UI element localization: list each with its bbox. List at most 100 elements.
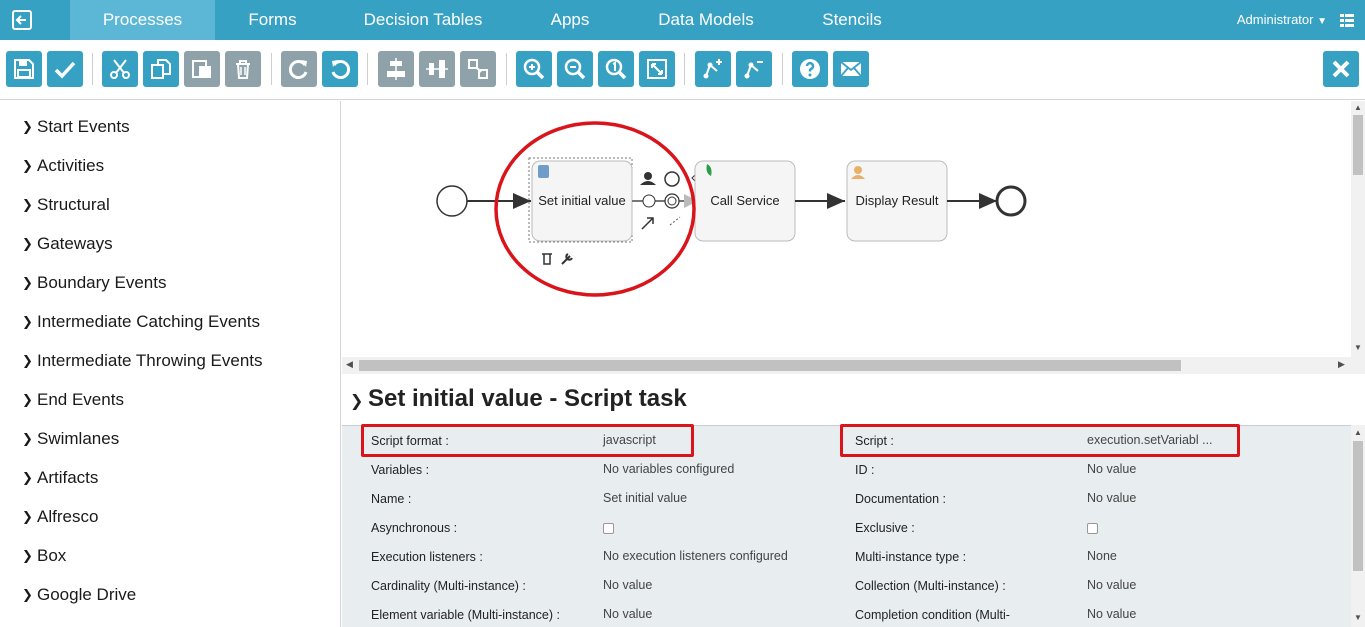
- palette-group-swimlanes[interactable]: ❯ Swimlanes: [22, 429, 119, 449]
- palette-group-label: Start Events: [37, 117, 130, 136]
- tab-data-models[interactable]: Data Models: [640, 0, 772, 40]
- palette-group-label: Swimlanes: [37, 429, 120, 448]
- zoom-out-icon[interactable]: [557, 51, 593, 87]
- end-event[interactable]: [995, 185, 1027, 217]
- wrench-icon[interactable]: [561, 253, 573, 265]
- validate-icon[interactable]: [47, 51, 83, 87]
- copy-icon[interactable]: [143, 51, 179, 87]
- scroll-down-icon[interactable]: ▼: [1354, 613, 1362, 622]
- feedback-mail-icon[interactable]: [833, 51, 869, 87]
- cut-icon[interactable]: [102, 51, 138, 87]
- tab-stencils[interactable]: Stencils: [800, 0, 904, 40]
- zoom-actual-icon[interactable]: [598, 51, 634, 87]
- align-horizontal-icon[interactable]: [378, 51, 414, 87]
- palette-group-activities[interactable]: ❯ Activities: [22, 156, 104, 176]
- script-task-icon: [538, 165, 549, 178]
- align-vertical-icon[interactable]: [419, 51, 455, 87]
- properties-header[interactable]: ❯ Set initial value - Script task: [342, 374, 1365, 425]
- prop-value-completion-condition[interactable]: No value: [1087, 607, 1136, 621]
- close-icon[interactable]: [1323, 51, 1359, 87]
- delete-shape-icon[interactable]: [542, 253, 552, 265]
- highlight-box-script: [840, 424, 1240, 457]
- prop-value-multi-instance-type[interactable]: None: [1087, 549, 1117, 563]
- prop-label: Name :: [371, 492, 412, 506]
- scroll-thumb[interactable]: [1353, 441, 1363, 571]
- tab-apps[interactable]: Apps: [520, 0, 620, 40]
- undo-icon[interactable]: [322, 51, 358, 87]
- palette-group-artifacts[interactable]: ❯ Artifacts: [22, 468, 98, 488]
- scroll-up-icon[interactable]: ▲: [1354, 428, 1362, 437]
- prop-value-variables[interactable]: No variables configured: [603, 462, 734, 476]
- delete-icon[interactable]: [225, 51, 261, 87]
- save-icon[interactable]: [6, 51, 42, 87]
- prop-value-id[interactable]: No value: [1087, 462, 1136, 476]
- prop-label: ID :: [855, 463, 875, 477]
- palette-group-structural[interactable]: ❯ Structural: [22, 195, 110, 215]
- user-menu[interactable]: Administrator ▼: [1237, 0, 1327, 40]
- prop-label: Completion condition (Multi-: [855, 608, 1010, 622]
- intermediate-event-tool-icon[interactable]: [664, 193, 680, 209]
- tab-decision-tables[interactable]: Decision Tables: [338, 0, 508, 40]
- canvas-horizontal-scrollbar[interactable]: ◀ ▶: [342, 357, 1365, 374]
- prop-label: Element variable (Multi-instance) :: [371, 608, 560, 622]
- add-bendpoint-icon[interactable]: [695, 51, 731, 87]
- palette-group-intermediate-catching-events[interactable]: ❯ Intermediate Catching Events: [22, 312, 260, 332]
- user-task-icon[interactable]: [644, 172, 652, 180]
- tab-processes[interactable]: Processes: [70, 0, 215, 47]
- palette-group-intermediate-throwing-events[interactable]: ❯ Intermediate Throwing Events: [22, 351, 263, 371]
- palette-group-alfresco[interactable]: ❯ Alfresco: [22, 507, 98, 527]
- palette-group-label: End Events: [37, 390, 124, 409]
- palette-group-gateways[interactable]: ❯ Gateways: [22, 234, 113, 254]
- palette-group-start-events[interactable]: ❯ Start Events: [22, 117, 130, 137]
- palette-group-end-events[interactable]: ❯ End Events: [22, 390, 124, 410]
- prop-value-cardinality[interactable]: No value: [603, 578, 652, 592]
- zoom-fit-icon[interactable]: [639, 51, 675, 87]
- chevron-right-icon: ❯: [22, 158, 33, 173]
- end-event-tool-icon[interactable]: [664, 171, 680, 187]
- task-label: Call Service: [710, 193, 779, 208]
- prop-value-documentation[interactable]: No value: [1087, 491, 1136, 505]
- canvas-vertical-scrollbar[interactable]: ▲ ▼: [1351, 101, 1365, 357]
- prop-label: Documentation :: [855, 492, 947, 506]
- process-canvas[interactable]: Set initial value Call Service Display R…: [342, 101, 1351, 357]
- palette-group-boundary-events[interactable]: ❯ Boundary Events: [22, 273, 166, 293]
- editor-toolbar: [0, 40, 1365, 100]
- prop-value-name[interactable]: Set initial value: [603, 491, 687, 505]
- start-event[interactable]: [436, 185, 468, 217]
- shape-palette: ❯ Start Events ❯ Activities ❯ Structural ❯ G…: [0, 101, 341, 627]
- paste-icon[interactable]: [184, 51, 220, 87]
- connect-tool-icon[interactable]: [641, 217, 654, 230]
- same-size-icon[interactable]: [460, 51, 496, 87]
- chevron-down-icon[interactable]: ❯: [350, 391, 363, 411]
- exclusive-checkbox[interactable]: [1087, 523, 1098, 534]
- prop-label: Execution listeners :: [371, 550, 483, 564]
- chevron-down-icon: ▼: [1317, 16, 1327, 27]
- redo-icon[interactable]: [281, 51, 317, 87]
- palette-group-box[interactable]: ❯ Box: [22, 546, 66, 566]
- tab-forms[interactable]: Forms: [215, 0, 330, 40]
- prop-value-collection[interactable]: No value: [1087, 578, 1136, 592]
- remove-bendpoint-icon[interactable]: [736, 51, 772, 87]
- asynchronous-checkbox[interactable]: [603, 523, 614, 534]
- back-icon[interactable]: [0, 0, 44, 40]
- scroll-thumb[interactable]: [1353, 115, 1363, 175]
- scroll-right-icon[interactable]: ▶: [1338, 359, 1345, 370]
- prop-label: Cardinality (Multi-instance) :: [371, 579, 526, 593]
- palette-group-google-drive[interactable]: ❯ Google Drive: [22, 585, 136, 605]
- palette-group-label: Boundary Events: [37, 273, 167, 292]
- chevron-right-icon: ❯: [22, 431, 33, 446]
- timer-tool-icon[interactable]: [642, 194, 656, 208]
- prop-value-element-variable[interactable]: No value: [603, 607, 652, 621]
- zoom-in-icon[interactable]: [516, 51, 552, 87]
- chevron-right-icon: ❯: [22, 509, 33, 524]
- help-icon[interactable]: [792, 51, 828, 87]
- scroll-up-icon[interactable]: ▲: [1354, 103, 1362, 112]
- scroll-left-icon[interactable]: ◀: [346, 359, 353, 370]
- apps-grid-icon[interactable]: [1339, 12, 1355, 28]
- prop-label: Exclusive :: [855, 521, 915, 535]
- prop-value-execution-listeners[interactable]: No execution listeners configured: [603, 549, 788, 563]
- properties-vertical-scrollbar[interactable]: ▲ ▼: [1351, 425, 1365, 627]
- scroll-thumb[interactable]: [359, 360, 1181, 371]
- scroll-down-icon[interactable]: ▼: [1354, 343, 1362, 352]
- palette-group-label: Structural: [37, 195, 110, 214]
